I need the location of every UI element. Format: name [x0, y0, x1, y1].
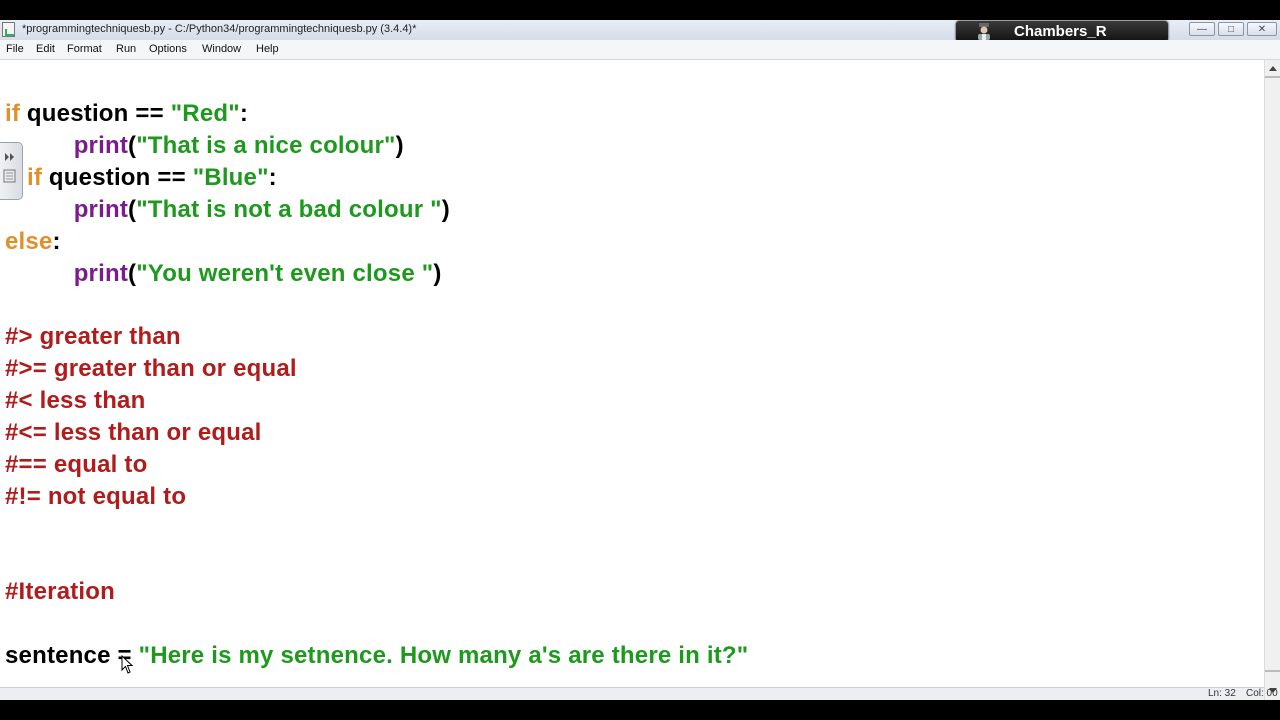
maximize-button[interactable]: □ — [1218, 22, 1244, 36]
comment-line: #> greater than — [5, 323, 181, 350]
user-badge: Chambers_R — [956, 21, 1168, 42]
line-number: Ln: 32 — [1208, 688, 1236, 699]
menu-help[interactable]: Help — [256, 43, 279, 55]
code-line: if question == "Blue": — [27, 164, 277, 192]
title-bar[interactable]: *programmingtechniquesb.py - C:/Python34… — [0, 20, 1280, 42]
string-literal: "You weren't even close " — [136, 260, 434, 287]
menu-window[interactable]: Window — [202, 43, 241, 55]
code-text: sentence = — [5, 642, 139, 669]
builtin-function: print — [73, 196, 129, 223]
column-number: Col: 00 — [1246, 688, 1278, 699]
comment-line: #== equal to — [5, 451, 148, 478]
code-text: : — [268, 164, 277, 191]
string-literal: "That is not a bad colour " — [136, 196, 442, 223]
code-text: ) — [433, 260, 442, 287]
comment-line: #>= greater than or equal — [5, 355, 297, 382]
string-literal: "Blue" — [192, 164, 269, 191]
menu-file[interactable]: File — [6, 43, 24, 55]
builtin-function: print — [73, 260, 129, 287]
scroll-divider — [1265, 670, 1280, 672]
code-line: else: — [5, 228, 61, 256]
code-text: ( — [128, 132, 137, 159]
menu-bar: File Edit Format Run Options Window Help — [0, 40, 1280, 60]
user-avatar-icon — [978, 23, 990, 40]
close-button[interactable]: ✕ — [1247, 22, 1277, 36]
code-text: ) — [395, 132, 404, 159]
user-name: Chambers_R — [1014, 23, 1107, 40]
comment-line: #!= not equal to — [5, 483, 187, 510]
code-text: ( — [128, 260, 137, 287]
code-text: ) — [441, 196, 450, 223]
mouse-pointer-icon — [121, 655, 134, 674]
string-literal: "Red" — [170, 100, 240, 127]
comment-line: #< less than — [5, 387, 146, 414]
menu-options[interactable]: Options — [149, 43, 187, 55]
window-title: *programmingtechniquesb.py - C:/Python34… — [22, 23, 417, 35]
minimize-button[interactable]: — — [1189, 22, 1215, 36]
menu-run[interactable]: Run — [116, 43, 136, 55]
scroll-divider — [1265, 76, 1280, 78]
code-text: question == — [42, 164, 193, 191]
comment-line: #Iteration — [5, 578, 116, 605]
keyword: else — [5, 228, 53, 255]
scroll-up-icon[interactable] — [1269, 66, 1277, 71]
code-line: print("That is not a bad colour ") — [5, 196, 450, 224]
code-editor[interactable]: if question == "Red": print("That is a n… — [0, 60, 1264, 687]
comment-line: #<= less than or equal — [5, 419, 262, 446]
vertical-scrollbar[interactable] — [1264, 60, 1280, 700]
code-line: print("You weren't even close ") — [5, 260, 442, 288]
builtin-function: print — [73, 132, 129, 159]
keyword: if — [5, 100, 21, 127]
string-literal: "That is a nice colour" — [136, 132, 396, 159]
python-file-icon — [2, 22, 15, 37]
code-text: question == — [20, 100, 171, 127]
code-line: if question == "Red": — [5, 100, 248, 128]
code-line: print("That is a nice colour") — [5, 132, 404, 160]
status-bar: Ln: 32 Col: 00 — [0, 687, 1278, 700]
code-text: : — [239, 100, 249, 127]
string-literal: "Here is my setnence. How many a's are t… — [138, 642, 749, 669]
code-text: : — [52, 228, 61, 255]
idle-window: *programmingtechniquesb.py - C:/Python34… — [0, 20, 1280, 700]
code-line: sentence = "Here is my setnence. How man… — [5, 642, 748, 670]
menu-format[interactable]: Format — [67, 43, 102, 55]
code-text: ( — [128, 196, 137, 223]
keyword: if — [27, 164, 43, 191]
menu-edit[interactable]: Edit — [36, 43, 55, 55]
